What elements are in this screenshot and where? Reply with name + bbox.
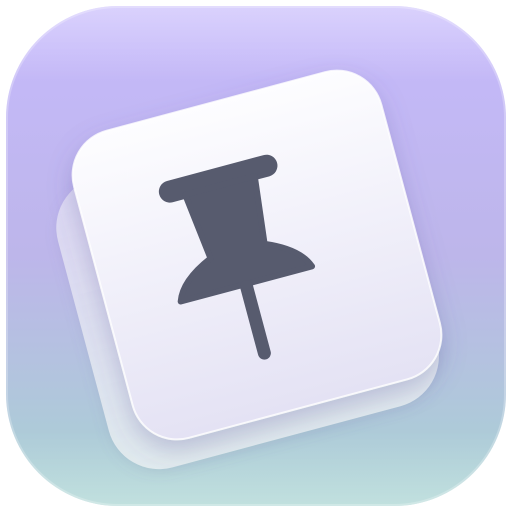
app-icon [0, 0, 512, 512]
app-icon-svg [6, 6, 506, 506]
